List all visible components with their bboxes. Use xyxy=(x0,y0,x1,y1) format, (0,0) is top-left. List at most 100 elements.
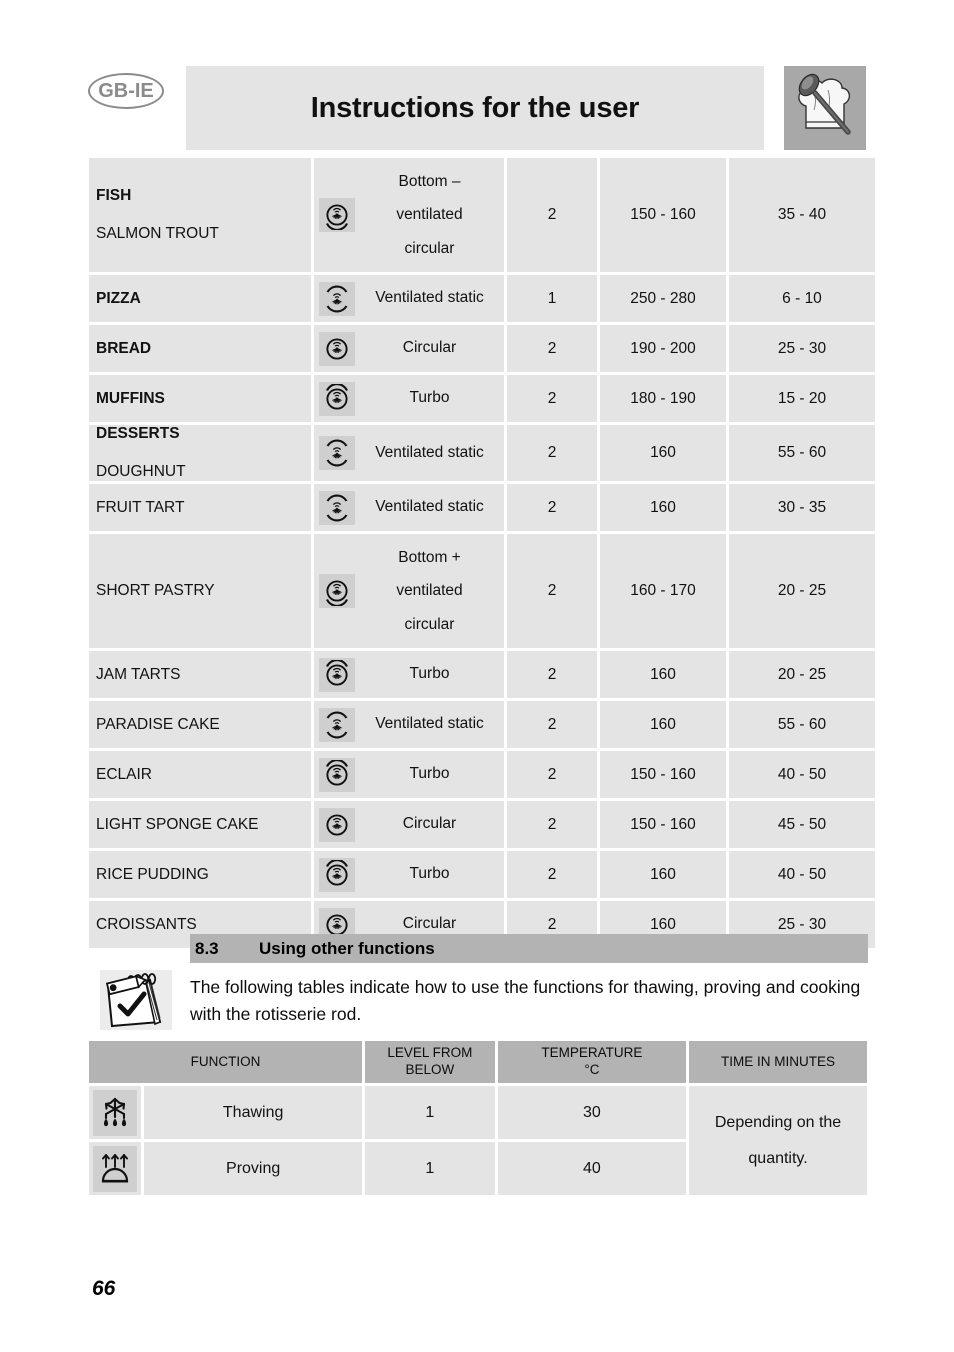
document-page: GB-IE Instructions for the user FISH SAL… xyxy=(0,0,954,1352)
temperature-cell: 180 - 190 xyxy=(600,375,726,422)
section-note-text: The following tables indicate how to use… xyxy=(190,977,861,1024)
cooking-function-cell: Turbo xyxy=(314,375,504,422)
level-cell: 1 xyxy=(507,275,597,322)
col-header-temperature-line2: °C xyxy=(584,1062,600,1077)
food-cell: RICE PUDDING xyxy=(89,851,311,898)
page-title-bar: Instructions for the user xyxy=(186,66,764,150)
food-cell: FISH SALMON TROUT xyxy=(89,158,311,272)
cooking-function-cell: Ventilated static xyxy=(314,275,504,322)
page-number: 66 xyxy=(92,1277,116,1300)
food-cell: FRUIT TART xyxy=(89,484,311,531)
time-cell: 35 - 40 xyxy=(729,158,875,272)
cooking-function-label: Ventilated static xyxy=(375,498,484,516)
level-cell: 2 xyxy=(507,534,597,648)
function-icon-cell xyxy=(89,1086,142,1139)
level-cell: 2 xyxy=(507,325,597,372)
cooking-function-cell: Ventilated static xyxy=(314,425,504,481)
bottom-ventilated-circular-icon xyxy=(319,574,355,608)
temperature-cell: 160 xyxy=(600,651,726,698)
function-name-cell: Proving xyxy=(144,1142,362,1195)
food-cell: PIZZA xyxy=(89,275,311,322)
col-header-time: TIME IN MINUTES xyxy=(689,1041,867,1083)
turbo-icon xyxy=(319,657,355,692)
food-name-label: JAM TARTS xyxy=(96,665,181,683)
food-category-label: BREAD xyxy=(96,339,152,357)
col-header-level: LEVEL FROM BELOW xyxy=(364,1041,495,1083)
cooking-function-label: Circular xyxy=(402,339,457,357)
cooking-function-cell: Bottom + ventilated circular xyxy=(314,534,504,648)
page-title: Instructions for the user xyxy=(310,91,640,124)
function-temperature-cell: 40 xyxy=(497,1142,687,1195)
table-row: SHORT PASTRY Bottom + ventilated circular 2 1… xyxy=(89,534,875,648)
cooking-function-label: Ventilated static xyxy=(375,289,484,307)
food-name-label: RICE PUDDING xyxy=(96,865,209,883)
time-cell: 40 - 50 xyxy=(729,851,875,898)
cooking-function-cell: Bottom – ventilated circular xyxy=(314,158,504,272)
table-row: JAM TARTS Turbo 2 160 20 - 25 xyxy=(89,651,875,698)
food-category-label: DESSERTS xyxy=(96,425,180,442)
food-category-label: MUFFINS xyxy=(96,389,165,407)
notepad-pencil-check-icon xyxy=(100,970,172,1030)
functions-table-header-row: FUNCTION LEVEL FROM BELOW TEMPERATURE °C… xyxy=(89,1041,867,1083)
col-header-function: FUNCTION xyxy=(89,1041,362,1083)
ventilated-static-icon xyxy=(319,490,355,525)
cooking-function-label: Ventilated static xyxy=(375,715,484,733)
function-name-cell: Thawing xyxy=(144,1086,362,1139)
time-cell: 6 - 10 xyxy=(729,275,875,322)
food-cell: SHORT PASTRY xyxy=(89,534,311,648)
time-cell: 20 - 25 xyxy=(729,534,875,648)
time-cell: 30 - 35 xyxy=(729,484,875,531)
page-header: GB-IE Instructions for the user xyxy=(88,66,868,150)
food-name-label: SALMON TROUT xyxy=(96,225,219,242)
time-cell: 55 - 60 xyxy=(729,425,875,481)
level-cell: 2 xyxy=(507,484,597,531)
functions-table: FUNCTION LEVEL FROM BELOW TEMPERATURE °C… xyxy=(86,1038,870,1198)
circular-icon xyxy=(319,331,355,366)
level-cell: 2 xyxy=(507,801,597,848)
chef-hat-spoon-icon xyxy=(784,66,866,150)
food-name-label: SHORT PASTRY xyxy=(96,582,215,599)
level-cell: 2 xyxy=(507,651,597,698)
cooking-function-label: Ventilated static xyxy=(375,443,484,461)
cooking-function-cell: Turbo xyxy=(314,651,504,698)
level-cell: 2 xyxy=(507,375,597,422)
level-cell: 2 xyxy=(507,751,597,798)
cooking-function-cell: Ventilated static xyxy=(314,484,504,531)
cooking-function-cell: Circular xyxy=(314,325,504,372)
food-cell: MUFFINS xyxy=(89,375,311,422)
food-category-label: PIZZA xyxy=(96,289,141,307)
temperature-cell: 160 xyxy=(600,425,726,481)
ventilated-static-icon xyxy=(319,436,355,470)
col-header-level-line2: BELOW xyxy=(405,1062,455,1077)
section-heading: 8.3 Using other functions xyxy=(190,934,868,963)
time-cell: 45 - 50 xyxy=(729,801,875,848)
function-time-line2: quantity. xyxy=(748,1149,808,1167)
table-row: RICE PUDDING Turbo 2 160 40 - 50 xyxy=(89,851,875,898)
table-row: LIGHT SPONGE CAKE Circular 2 150 - 160 45 - … xyxy=(89,801,875,848)
level-cell: 2 xyxy=(507,851,597,898)
table-row: DESSERTS DOUGHNUT Ventilated static 2 160 55 … xyxy=(89,425,875,481)
cooking-function-label: Turbo xyxy=(409,389,450,407)
food-cell: DESSERTS DOUGHNUT xyxy=(89,425,311,481)
food-cell: PARADISE CAKE xyxy=(89,701,311,748)
food-name-label: CROISSANTS xyxy=(96,915,197,933)
function-icon-cell xyxy=(89,1142,142,1195)
food-name-label: LIGHT SPONGE CAKE xyxy=(96,815,259,833)
temperature-cell: 160 xyxy=(600,484,726,531)
level-cell: 2 xyxy=(507,701,597,748)
cooking-function-cell: Turbo xyxy=(314,851,504,898)
table-row: Thawing 1 30 Depending on the quantity. xyxy=(89,1086,867,1195)
ventilated-static-icon xyxy=(319,281,355,316)
temperature-cell: 250 - 280 xyxy=(600,275,726,322)
function-time-line1: Depending on the xyxy=(714,1114,842,1132)
proving-dome-arrows-icon xyxy=(93,1145,138,1192)
function-time-cell: Depending on the quantity. xyxy=(689,1086,867,1195)
cooking-function-label: Turbo xyxy=(409,865,450,883)
level-cell: 2 xyxy=(507,425,597,481)
temperature-cell: 160 - 170 xyxy=(600,534,726,648)
temperature-cell: 150 - 160 xyxy=(600,158,726,272)
section-number: 8.3 xyxy=(195,938,219,958)
cooking-function-cell: Turbo xyxy=(314,751,504,798)
cooking-function-cell: Circular xyxy=(314,801,504,848)
cooking-function-label: Turbo xyxy=(409,665,450,683)
